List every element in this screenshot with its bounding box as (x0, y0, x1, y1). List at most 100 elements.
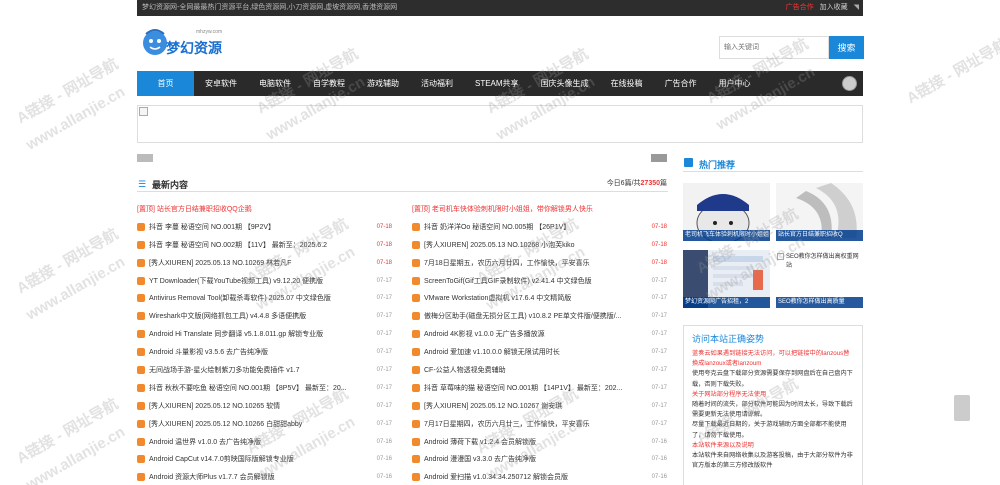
list-item-title[interactable]: [置顶] 站长官方日结兼职招收QQ企鹅 (137, 204, 362, 214)
list-item[interactable]: 抖音 草莓味的猫 秘语空间 NO.001期 【14P1V】 最新至：202...… (412, 379, 667, 397)
list-item[interactable]: VMware Workstation虚拟机 v17.6.4 中文精简版 07-17 (412, 289, 667, 307)
list-item-title[interactable]: [秀人XIUREN] 2025.05.13 NO.10269 林若凡F (149, 258, 362, 268)
list-item[interactable]: Android 温世界 v1.0.0 去广告纯净版 07-16 (137, 433, 392, 451)
list-item[interactable]: [秀人XIUREN] 2025.05.13 NO.10268 小泡芙kiko 07… (412, 236, 667, 254)
list-item-title[interactable]: 傲梅分区助手(磁盘无损分区工具) v10.8.2 PE单文件版/便携版/... (424, 311, 637, 321)
nav-item-game-assist[interactable]: 游戏辅助 (356, 71, 410, 96)
watermark: A链接 - 网址导航 (13, 55, 122, 128)
list-item-title[interactable]: CF-公益人物透视免费辅助 (424, 365, 637, 375)
list-item-date: 07-17 (651, 349, 667, 356)
list-item[interactable]: Android 斗量影视 v3.5.6 去广告纯净版 07-17 (137, 343, 392, 361)
nav-item-home[interactable]: 首页 (137, 71, 194, 96)
category-icon (137, 276, 145, 285)
nav-item-benefits[interactable]: 活动福利 (410, 71, 464, 96)
list-item-title[interactable]: Android 温世界 v1.0.0 去广告纯净版 (149, 437, 362, 447)
list-item[interactable]: 无间战场手游-星火绘制紫刀多功能免费插件 v1.7 07-17 (137, 361, 392, 379)
list-item[interactable]: Android 资源大师Plus v1.7.7 会员解锁版 07-16 (137, 468, 392, 485)
rss-icon[interactable]: ◥ (854, 0, 859, 16)
list-item-title[interactable]: Android 爱扫描 v1.0.34.34.250712 解锁会员版 (424, 472, 637, 482)
site-logo[interactable]: 梦幻资源 mhzyw.com (140, 26, 230, 62)
list-item-title[interactable]: [秀人XIUREN] 2025.05.12 NO.10267 谢安琪 (424, 401, 637, 411)
list-item[interactable]: [置顶] 站长官方日结兼职招收QQ企鹅 (137, 200, 392, 218)
list-item-title[interactable]: Android 资源大师Plus v1.7.7 会员解锁版 (149, 472, 362, 482)
list-item-title[interactable]: VMware Workstation虚拟机 v17.6.4 中文精简版 (424, 293, 637, 303)
nav-item-tutorials[interactable]: 自学教程 (302, 71, 356, 96)
list-item-title[interactable]: Wireshark中文版(网络抓包工具) v4.4.8 多语便携版 (149, 311, 362, 321)
hot-tile[interactable]: 梦幻资源网广告招租，2 (683, 250, 770, 308)
search-button[interactable]: 搜索 (829, 36, 864, 59)
list-item[interactable]: Wireshark中文版(网络抓包工具) v4.4.8 多语便携版 07-17 (137, 307, 392, 325)
watermark: A链接 - 网址导航 (13, 225, 122, 298)
list-item-title[interactable]: 抖音 草莓味的猫 秘语空间 NO.001期 【14P1V】 最新至：202... (424, 383, 637, 393)
list-item[interactable]: ScreenToGif(Gif工具GIF录制软件) v2.41.4 中文绿色版 0… (412, 272, 667, 290)
list-item-title[interactable]: Android 漫漫国 v3.3.0 去广告纯净版 (424, 454, 637, 464)
list-item[interactable]: Antivirus Removal Tool(卸载杀毒软件) 2025.07 中… (137, 289, 392, 307)
list-item-title[interactable]: 抖音 奶洋洋Oo 秘语空间 NO.005期 【26P1V】 (424, 222, 637, 232)
list-item[interactable]: Android CapCut v14.7.0剪映国际版解锁专业版 07-16 (137, 450, 392, 468)
list-item[interactable]: Android 爱扫描 v1.0.34.34.250712 解锁会员版 07-16 (412, 468, 667, 485)
ad-cooperation-link[interactable]: 广告合作 (786, 0, 814, 16)
list-item-date: 07-16 (376, 456, 392, 463)
list-item-title[interactable]: 抖音 李蔓 秘语空间 NO.001期 【9P2V】 (149, 222, 362, 232)
list-item-title[interactable]: 7月17日星期四，农历六月廿三，工作愉快，平安喜乐 (424, 419, 637, 429)
list-item[interactable]: Android 薄荷下载 v1.2.4 会员解锁版 07-16 (412, 433, 667, 451)
list-item-date: 07-17 (376, 277, 392, 284)
slider-prev-image[interactable] (137, 154, 153, 162)
float-toolbar-icon[interactable] (954, 395, 970, 421)
list-item-title[interactable]: Android 爱加速 v1.10.0.0 解锁无限试用时长 (424, 347, 637, 357)
list-item-date: 07-17 (376, 313, 392, 320)
list-item[interactable]: Android Hi Translate 同步翻译 v5.1.8.011.gp … (137, 325, 392, 343)
nav-item-steam[interactable]: STEAM共享 (464, 71, 530, 96)
list-item[interactable]: 抖音 李蔓 秘语空间 NO.002期 【11V】 最新至：2025.6.2 07-… (137, 236, 392, 254)
nav-item-pc[interactable]: 电脑软件 (248, 71, 302, 96)
list-item[interactable]: [秀人XIUREN] 2025.05.12 NO.10265 软情 07-17 (137, 397, 392, 415)
search-input[interactable] (719, 36, 829, 59)
list-item-title[interactable]: Android 斗量影视 v3.5.6 去广告纯净版 (149, 347, 362, 357)
notice-line: 关于网站部分程序无法使用 (692, 390, 767, 398)
list-item-title[interactable]: [秀人XIUREN] 2025.05.12 NO.10266 白甜甜abby (149, 419, 362, 429)
list-item[interactable]: 7月18日星期五，农历六月廿四，工作愉快，平安喜乐 07-18 (412, 254, 667, 272)
list-item-title[interactable]: Android 4K影视 v1.0.0 无广告多播放源 (424, 329, 637, 339)
list-item[interactable]: Android 爱加速 v1.10.0.0 解锁无限试用时长 07-17 (412, 343, 667, 361)
list-item-title[interactable]: [秀人XIUREN] 2025.05.13 NO.10268 小泡芙kiko (424, 240, 637, 250)
nav-item-user-center[interactable]: 用户中心 (708, 71, 762, 96)
list-item-title[interactable]: Android Hi Translate 同步翻译 v5.1.8.011.gp … (149, 329, 362, 339)
hot-tile[interactable]: SEO教你怎样做出高权重网站 SEO教你怎样做出高质量 (776, 250, 863, 308)
hot-tile[interactable]: 老司机飞车体验刺机限时小姐姐 (683, 183, 770, 241)
list-item[interactable]: [秀人XIUREN] 2025.05.12 NO.10267 谢安琪 07-17 (412, 397, 667, 415)
category-icon (137, 473, 145, 482)
list-item[interactable]: 傲梅分区助手(磁盘无损分区工具) v10.8.2 PE单文件版/便携版/... 0… (412, 307, 667, 325)
list-item[interactable]: 抖音 秋秋不要吃鱼 秘语空间 NO.001期 【8P5V】 最新至：20... 0… (137, 379, 392, 397)
nav-item-android[interactable]: 安卓软件 (194, 71, 248, 96)
list-item[interactable]: [秀人XIUREN] 2025.05.13 NO.10269 林若凡F 07-18 (137, 254, 392, 272)
list-item[interactable]: 7月17日星期四，农历六月廿三，工作愉快，平安喜乐 07-17 (412, 415, 667, 433)
list-item-title[interactable]: Antivirus Removal Tool(卸载杀毒软件) 2025.07 中… (149, 293, 362, 303)
list-item-title[interactable]: Android CapCut v14.7.0剪映国际版解锁专业版 (149, 454, 362, 464)
nav-item-submit[interactable]: 在线投稿 (600, 71, 654, 96)
list-item[interactable]: [秀人XIUREN] 2025.05.12 NO.10266 白甜甜abby 07… (137, 415, 392, 433)
list-item[interactable]: Android 漫漫国 v3.3.0 去广告纯净版 07-16 (412, 450, 667, 468)
list-item-title[interactable]: YT Downloader(下载YouTube视频工具) v9.12.20 便携… (149, 276, 362, 286)
list-item-title[interactable]: 无间战场手游-星火绘制紫刀多功能免费插件 v1.7 (149, 365, 362, 375)
list-item-title[interactable]: 抖音 秋秋不要吃鱼 秘语空间 NO.001期 【8P5V】 最新至：20... (149, 383, 362, 393)
list-item-title[interactable]: 抖音 李蔓 秘语空间 NO.002期 【11V】 最新至：2025.6.2 (149, 240, 362, 250)
list-item[interactable]: CF-公益人物透视免费辅助 07-17 (412, 361, 667, 379)
add-favorite-link[interactable]: 加入收藏 (820, 0, 848, 16)
category-icon (137, 383, 145, 392)
list-item-title[interactable]: ScreenToGif(Gif工具GIF录制软件) v2.41.4 中文绿色版 (424, 276, 637, 286)
list-item-title[interactable]: [秀人XIUREN] 2025.05.12 NO.10265 软情 (149, 401, 362, 411)
ad-banner[interactable] (137, 105, 863, 143)
slider-next-image[interactable] (651, 154, 667, 162)
user-avatar-icon[interactable] (842, 76, 857, 91)
list-item[interactable]: 抖音 奶洋洋Oo 秘语空间 NO.005期 【26P1V】 07-18 (412, 218, 667, 236)
list-item-title[interactable]: [置顶] 老司机车快体验刺机限时小姐姐，带你解锁男人快乐 (412, 204, 637, 214)
nav-item-ads[interactable]: 广告合作 (654, 71, 708, 96)
list-item[interactable]: Android 4K影视 v1.0.0 无广告多播放源 07-17 (412, 325, 667, 343)
hot-tile[interactable]: 站长官方日结兼职招收Q (776, 183, 863, 241)
list-item[interactable]: 抖音 李蔓 秘语空间 NO.001期 【9P2V】 07-18 (137, 218, 392, 236)
nav-item-avatar-gen[interactable]: 国庆头像生成 (530, 71, 600, 96)
list-item-title[interactable]: Android 薄荷下载 v1.2.4 会员解锁版 (424, 437, 637, 447)
list-item-title[interactable]: 7月18日星期五，农历六月廿四，工作愉快，平安喜乐 (424, 258, 637, 268)
list-item[interactable]: YT Downloader(下载YouTube视频工具) v9.12.20 便携… (137, 272, 392, 290)
list-item[interactable]: [置顶] 老司机车快体验刺机限时小姐姐，带你解锁男人快乐 (412, 200, 667, 218)
